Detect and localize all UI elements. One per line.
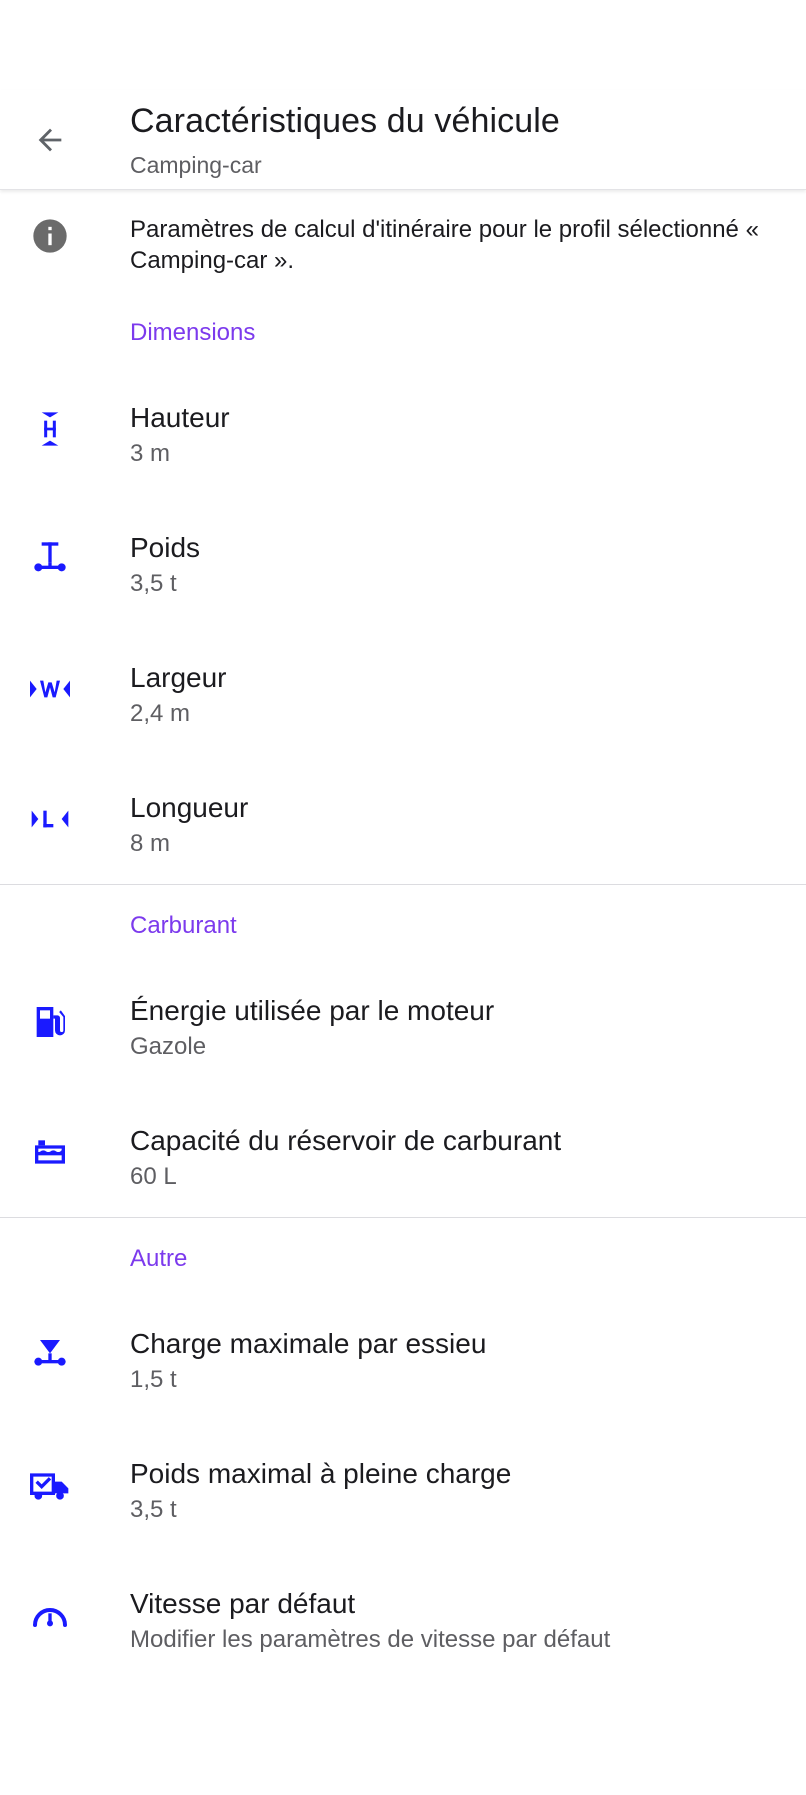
item-value: 3 m	[130, 440, 171, 467]
setting-item-max-weight[interactable]: Poids maximal à pleine charge 3,5 t	[0, 1420, 806, 1550]
section-title-dimensions: Dimensions	[130, 319, 256, 346]
item-value: 2,4 m	[130, 700, 191, 727]
item-value: Modifier les paramètres de vitesse par d…	[130, 1626, 611, 1653]
setting-item-weight[interactable]: Poids 3,5 t	[0, 494, 806, 624]
fuel-pump-icon	[36, 1007, 65, 1037]
fuel-tank-icon	[35, 1140, 65, 1164]
status-bar	[0, 0, 806, 90]
axle-load-icon	[34, 1340, 66, 1366]
info-text: Paramètres de calcul d'itinéraire pour l…	[130, 216, 759, 274]
app-bar: Caractéristiques du véhicule Camping-car	[0, 90, 806, 190]
item-label: Longueur	[130, 792, 249, 823]
setting-item-tank-capacity[interactable]: Capacité du réservoir de carburant 60 L	[0, 1087, 806, 1217]
setting-item-axle-load[interactable]: Charge maximale par essieu 1,5 t	[0, 1290, 806, 1420]
item-value: 3,5 t	[130, 1496, 177, 1523]
item-value: Gazole	[130, 1033, 207, 1060]
section-title-fuel: Carburant	[130, 912, 237, 939]
page-title: Caractéristiques du véhicule	[130, 102, 560, 140]
item-value: 8 m	[130, 830, 171, 857]
setting-item-height[interactable]: Hauteur 3 m	[0, 364, 806, 494]
page-subtitle: Camping-car	[130, 152, 262, 178]
section-title-other: Autre	[130, 1245, 188, 1272]
setting-item-engine-energy[interactable]: Énergie utilisée par le moteur Gazole	[0, 957, 806, 1087]
item-value: 60 L	[130, 1163, 177, 1190]
setting-item-default-speed[interactable]: Vitesse par défaut Modifier les paramètr…	[0, 1550, 806, 1680]
arrow-back-icon	[38, 128, 62, 152]
speedometer-icon	[33, 1608, 67, 1627]
item-label: Charge maximale par essieu	[130, 1328, 487, 1359]
back-button[interactable]	[26, 116, 74, 164]
item-label: Énergie utilisée par le moteur	[130, 995, 495, 1026]
weight-icon	[34, 542, 66, 572]
info-icon	[33, 219, 67, 253]
length-icon	[31, 810, 69, 828]
item-label: Poids	[130, 532, 201, 563]
item-label: Capacité du réservoir de carburant	[130, 1125, 562, 1156]
width-icon	[30, 680, 70, 698]
info-row: Paramètres de calcul d'itinéraire pour l…	[0, 190, 806, 308]
item-label: Hauteur	[130, 402, 230, 433]
item-value: 1,5 t	[130, 1366, 177, 1393]
item-value: 3,5 t	[130, 570, 177, 597]
item-label: Largeur	[130, 662, 227, 693]
setting-item-length[interactable]: Longueur 8 m	[0, 754, 806, 884]
item-label: Poids maximal à pleine charge	[130, 1458, 512, 1489]
truck-load-icon	[30, 1473, 69, 1500]
item-label: Vitesse par défaut	[130, 1588, 356, 1619]
height-icon	[41, 412, 59, 446]
setting-item-width[interactable]: Largeur 2,4 m	[0, 624, 806, 754]
